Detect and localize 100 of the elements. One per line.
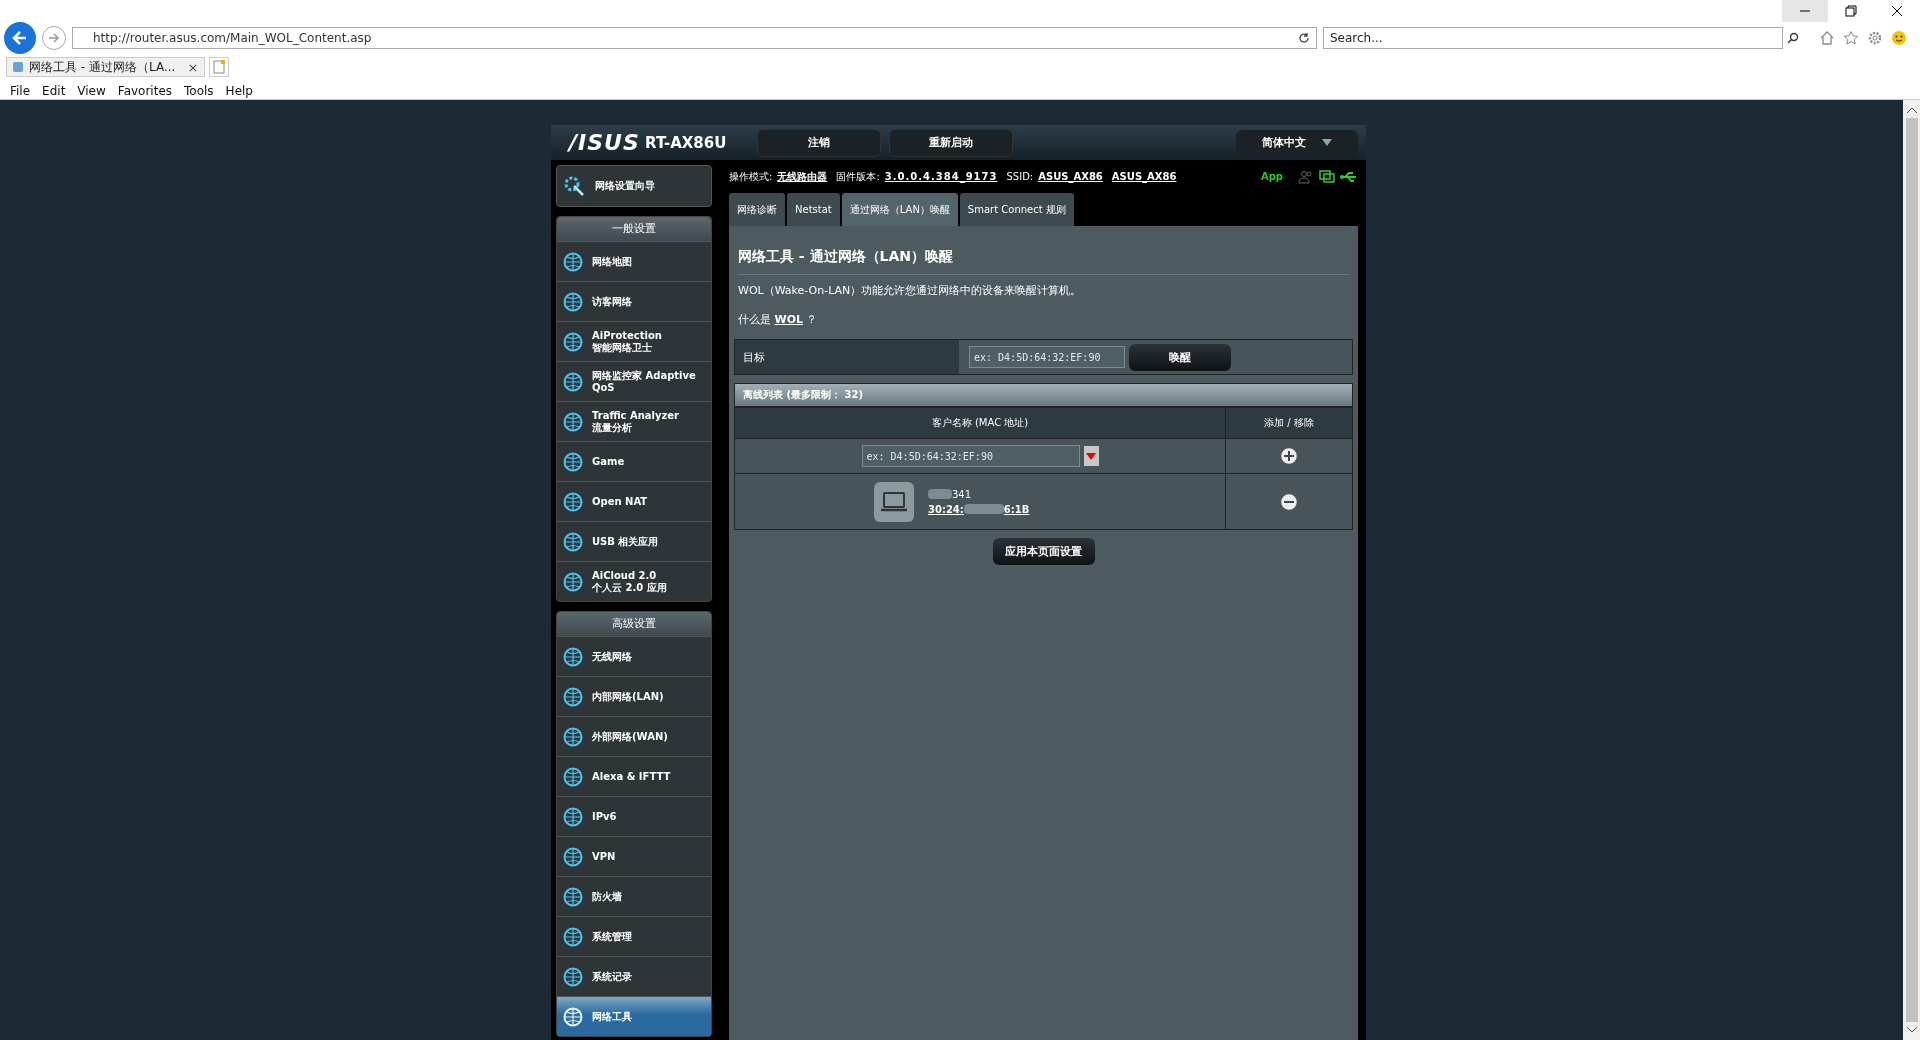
star-icon[interactable] bbox=[1843, 30, 1859, 46]
globe-icon bbox=[562, 965, 584, 988]
column-header: 客户名称 (MAC 地址) bbox=[734, 407, 1226, 439]
globe-icon bbox=[562, 765, 584, 788]
firmware-link[interactable]: 3.0.0.4.384_9173 bbox=[884, 171, 998, 182]
tab[interactable]: Smart Connect 规则 bbox=[959, 193, 1074, 226]
ssid-link[interactable]: ASUS_AX86 bbox=[1111, 171, 1177, 182]
client-mac-field[interactable]: ex: D4:5D:64:32:EF:90 bbox=[861, 445, 1080, 467]
tab[interactable]: Netstat bbox=[787, 193, 840, 226]
menu-item[interactable]: Edit bbox=[36, 84, 72, 98]
arrow-icon bbox=[47, 31, 61, 45]
sidebar-item[interactable]: 访客网络 bbox=[557, 281, 711, 321]
model-name: RT-AX86U bbox=[645, 133, 728, 152]
client-name: 341 bbox=[952, 488, 972, 500]
help-text: 什么是 WOL ？ bbox=[737, 312, 819, 328]
page-icon bbox=[13, 62, 23, 72]
header-button[interactable]: 重新启动 bbox=[889, 128, 1013, 157]
sidebar-item[interactable]: IPv6 bbox=[557, 796, 711, 836]
apply-button[interactable]: 应用本页面设置 bbox=[992, 538, 1095, 565]
address-bar[interactable]: http://router.asus.com/Main_WOL_Content.asp bbox=[72, 27, 1317, 49]
mode-label: 操作模式: bbox=[729, 169, 773, 184]
menu-item[interactable]: File bbox=[4, 84, 37, 98]
target-mac-field[interactable]: ex: D4:5D:64:32:EF:90 bbox=[969, 346, 1125, 368]
globe-icon bbox=[562, 370, 584, 393]
menu-item[interactable]: Tools bbox=[178, 84, 220, 98]
globe-icon bbox=[562, 685, 584, 708]
ssid-link[interactable]: ASUS_AX86 bbox=[1038, 171, 1103, 182]
globe-icon bbox=[562, 845, 584, 868]
globe-icon bbox=[562, 805, 584, 828]
section-title: 一般设置 bbox=[557, 217, 711, 241]
header-button[interactable]: 注销 bbox=[757, 128, 881, 157]
blurred-area bbox=[928, 489, 952, 499]
sidebar-item[interactable]: VPN bbox=[557, 836, 711, 876]
ssid-label: SSID: bbox=[1006, 171, 1034, 182]
globe-icon bbox=[562, 645, 584, 668]
sidebar-item[interactable]: Game bbox=[557, 441, 711, 481]
target-label: 目标 bbox=[735, 340, 959, 374]
tab[interactable]: 通过网络（LAN）唤醒 bbox=[841, 193, 958, 226]
sidebar-item[interactable]: 系统管理 bbox=[557, 916, 711, 956]
back-button[interactable] bbox=[4, 22, 36, 54]
sidebar-item[interactable]: Open NAT bbox=[557, 481, 711, 521]
globe-icon bbox=[562, 570, 584, 593]
search-icon[interactable] bbox=[1787, 32, 1799, 44]
sidebar-item[interactable]: AiProtection 智能网络卫士 bbox=[557, 321, 711, 361]
usb-icon[interactable] bbox=[1340, 169, 1358, 184]
tab-close-button[interactable]: × bbox=[187, 59, 199, 75]
smiley-icon[interactable] bbox=[1891, 30, 1907, 46]
globe-icon bbox=[562, 490, 584, 513]
globe-icon bbox=[562, 290, 584, 313]
browser-tab[interactable]: 网络工具 - 通过网络（LA... × bbox=[6, 57, 206, 77]
sidebar-item[interactable]: 网络监控家 Adaptive QoS bbox=[557, 361, 711, 401]
tab[interactable]: 网络诊断 bbox=[729, 193, 785, 226]
globe-icon bbox=[562, 250, 584, 273]
firmware-label: 固件版本: bbox=[836, 169, 880, 184]
remove-icon[interactable] bbox=[1279, 491, 1299, 512]
app-link[interactable]: App bbox=[1260, 171, 1283, 182]
sidebar-item[interactable]: Alexa & IFTTT bbox=[557, 756, 711, 796]
globe-icon bbox=[562, 410, 584, 433]
laptop-icon bbox=[874, 481, 914, 522]
mode-link[interactable]: 无线路由器 bbox=[777, 169, 828, 184]
column-header: 添加 / 移除 bbox=[1225, 407, 1353, 439]
wake-button[interactable]: 唤醒 bbox=[1129, 343, 1231, 371]
scrollbar[interactable] bbox=[1903, 100, 1920, 1040]
globe-icon bbox=[562, 725, 584, 748]
description-text: WOL（Wake-On-LAN）功能允许您通过网络中的设备来唤醒计算机。 bbox=[737, 283, 1083, 299]
caret-icon bbox=[1086, 452, 1096, 460]
language-dropdown[interactable]: 简体中文 bbox=[1236, 129, 1358, 156]
page-icon bbox=[213, 60, 226, 74]
add-icon[interactable] bbox=[1279, 446, 1299, 466]
section-title: 高级设置 bbox=[557, 612, 711, 636]
client-mac-link[interactable]: 30:24: bbox=[928, 503, 964, 515]
globe-icon bbox=[562, 450, 584, 473]
sidebar-item[interactable]: 网络地图 bbox=[557, 241, 711, 281]
globe-icon bbox=[562, 925, 584, 948]
globe-icon bbox=[562, 1005, 584, 1028]
wol-link[interactable]: WOL bbox=[774, 313, 803, 326]
menu-item[interactable]: Favorites bbox=[111, 84, 179, 98]
users-icon[interactable] bbox=[1298, 169, 1314, 184]
sidebar-item[interactable]: 防火墙 bbox=[557, 876, 711, 916]
sidebar-item[interactable]: AiCloud 2.0 个人云 2.0 应用 bbox=[557, 561, 711, 601]
sidebar-item[interactable]: Traffic Analyzer 流量分析 bbox=[557, 401, 711, 441]
refresh-icon[interactable] bbox=[1298, 32, 1310, 44]
sidebar-item[interactable]: 内部网络(LAN) bbox=[557, 676, 711, 716]
home-icon[interactable] bbox=[1819, 30, 1835, 46]
client-mac-link[interactable]: 6:1B bbox=[1003, 503, 1030, 515]
sidebar-item[interactable]: USB 相关应用 bbox=[557, 521, 711, 561]
dropdown-button[interactable] bbox=[1083, 446, 1099, 466]
sidebar-item[interactable]: 外部网络(WAN) bbox=[557, 716, 711, 756]
sidebar-item[interactable]: 无线网络 bbox=[557, 636, 711, 676]
list-title: 离线列表 (最多限制： 32) bbox=[734, 383, 1353, 407]
menu-item[interactable]: View bbox=[71, 84, 112, 98]
wizard-button[interactable]: 网络设置向导 bbox=[556, 165, 712, 207]
blurred-area bbox=[963, 504, 1004, 514]
globe-icon bbox=[562, 330, 584, 353]
monitor-icon[interactable] bbox=[1319, 169, 1335, 184]
search-field[interactable]: Search... bbox=[1323, 27, 1783, 49]
page-title: 网络工具 - 通过网络（LAN）唤醒 bbox=[737, 247, 955, 266]
menu-item[interactable]: Help bbox=[219, 84, 259, 98]
settings-icon[interactable] bbox=[1867, 30, 1883, 46]
sidebar-item[interactable]: 网络工具 bbox=[557, 996, 711, 1036]
